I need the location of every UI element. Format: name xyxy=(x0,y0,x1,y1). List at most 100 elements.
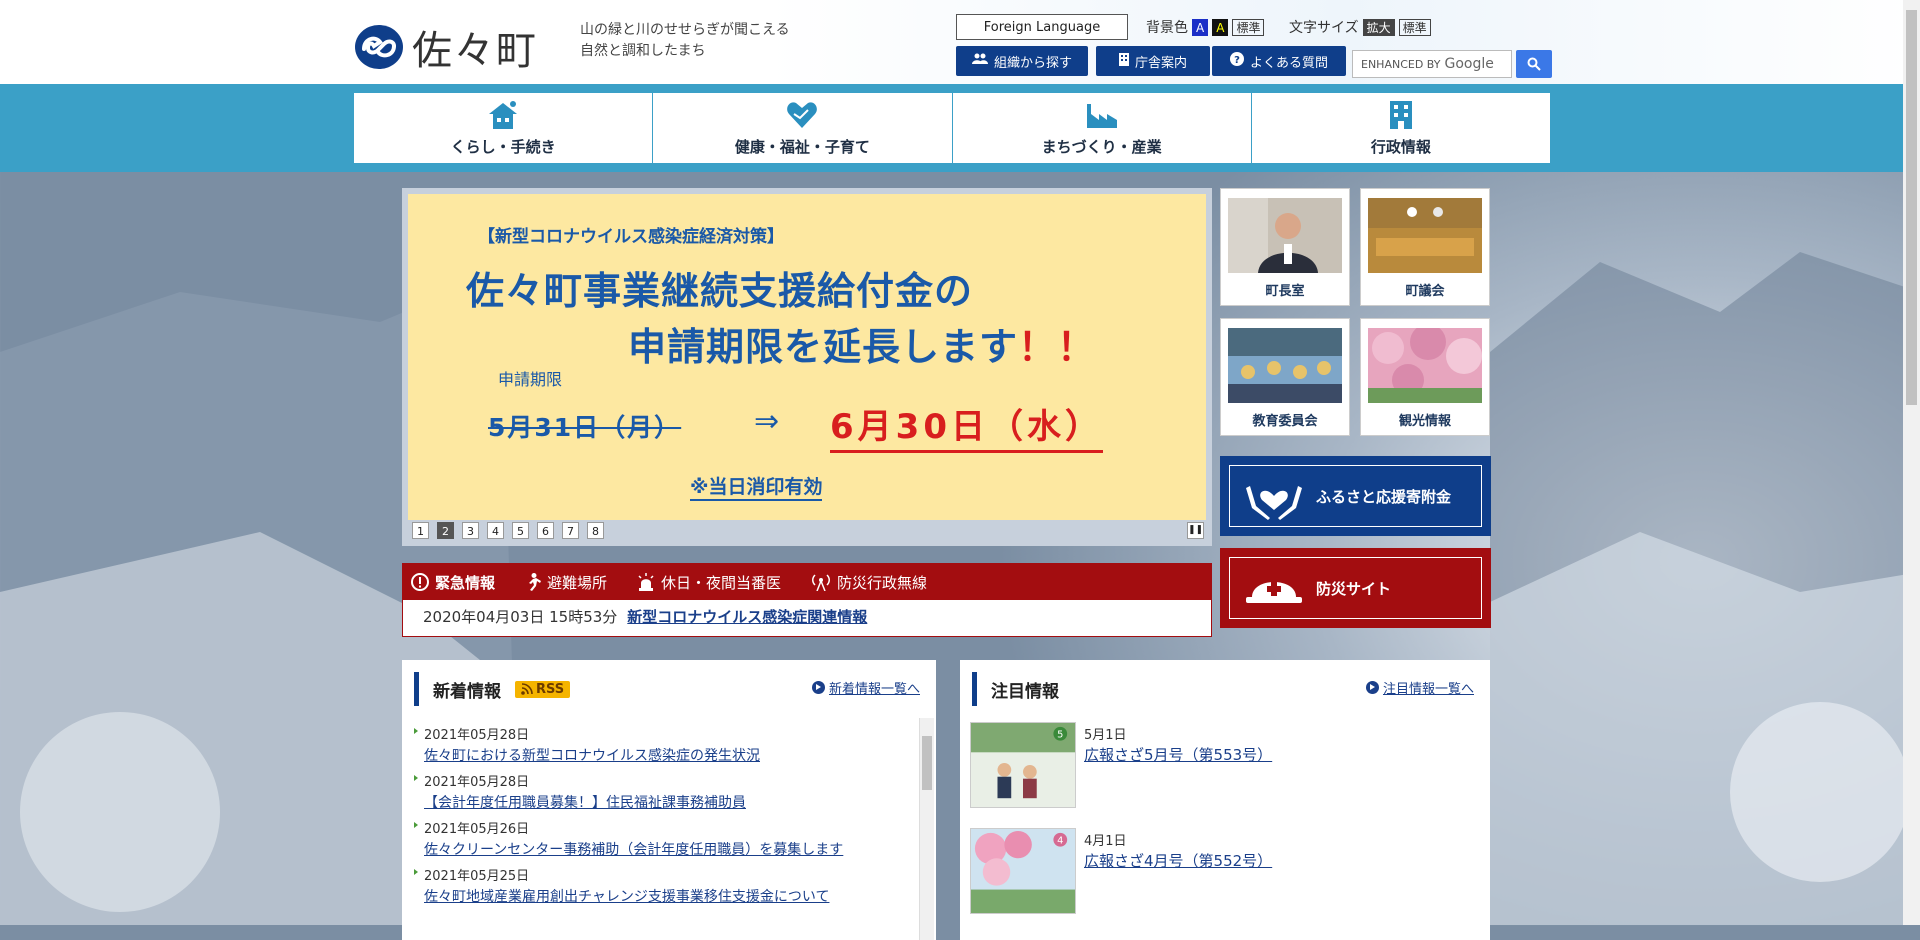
faq-button[interactable]: ? よくある質問 xyxy=(1212,46,1346,76)
tab-radio-label: 防災行政無線 xyxy=(837,573,928,592)
thumb-council-label: 町議会 xyxy=(1405,284,1445,299)
slide-subtitle: 【新型コロナウイルス感染症経済対策】 xyxy=(478,227,784,247)
bgcolor-control: 背景色 A A 標準 xyxy=(1146,17,1265,37)
office-building-icon xyxy=(1389,100,1412,129)
siren-icon xyxy=(638,573,654,591)
news-link[interactable]: 佐々町における新型コロナウイルス感染症の発生状況 xyxy=(424,745,914,765)
svg-text:?: ? xyxy=(1234,55,1240,66)
magazine-badge-april: 4 xyxy=(1057,836,1063,847)
nav-admin[interactable]: 行政情報 xyxy=(1252,93,1550,163)
heart-hands-icon xyxy=(787,101,818,128)
office-guide-button[interactable]: 庁舎案内 xyxy=(1096,46,1210,76)
rss-icon xyxy=(521,683,533,695)
site-logo[interactable]: 佐々町 xyxy=(354,18,538,76)
thumb-education[interactable]: 教育委員会 xyxy=(1220,318,1350,436)
thumb-tourism-label: 観光情報 xyxy=(1398,414,1451,429)
users-icon xyxy=(971,53,988,69)
tab-radio[interactable]: 防災行政無線 xyxy=(811,572,927,593)
news-date: 2021年05月25日 xyxy=(414,865,914,884)
helmet-icon xyxy=(1246,582,1302,603)
slider-page-2[interactable]: 2 xyxy=(437,522,454,539)
list-item: 2021年05月25日 佐々町地域産業雇用創出チャレンジ支援事業移住支援金につい… xyxy=(414,865,914,906)
news-list: 2021年05月28日 佐々町における新型コロナウイルス感染症の発生状況 202… xyxy=(414,724,914,912)
page-scrollbar-thumb[interactable] xyxy=(1906,10,1917,405)
disaster-site-banner-inner: 防災サイト xyxy=(1229,557,1482,619)
slider-page-7[interactable]: 7 xyxy=(562,522,579,539)
news-link[interactable]: 【会計年度任用職員募集！】住民福祉課事務補助員 xyxy=(424,792,914,812)
slider-page-8[interactable]: 8 xyxy=(587,522,604,539)
slide-old-date: 5月31日（月） xyxy=(488,413,682,442)
slide-title-1: 佐々町事業継続支援給付金の xyxy=(466,269,974,313)
featured-panel: 注目情報 注目情報一覧へ 5 5月1日 広報さざ5月号（第553号） 4 4月1… xyxy=(960,660,1490,940)
search-by-org-button[interactable]: 組織から探す xyxy=(956,46,1088,76)
featured-link[interactable]: 広報さざ4月号（第552号） xyxy=(1084,850,1272,871)
slider-page-6[interactable]: 6 xyxy=(537,522,554,539)
running-person-icon xyxy=(529,573,542,591)
news-link[interactable]: 佐々クリーンセンター事務補助（会計年度任用職員）を募集します xyxy=(424,839,914,859)
news-scrollbar[interactable] xyxy=(919,718,934,940)
slider-page-3[interactable]: 3 xyxy=(462,522,479,539)
rss-button[interactable]: RSS xyxy=(515,680,571,698)
nav-town[interactable]: まちづくり・産業 xyxy=(953,93,1252,163)
nav-living-label: くらし・手続き xyxy=(450,137,556,156)
thumb-tourism[interactable]: 観光情報 xyxy=(1360,318,1490,436)
disaster-site-label: 防災サイト xyxy=(1316,579,1392,598)
slide-arrow: ⇒ xyxy=(754,404,780,439)
bgcolor-label: 背景色 xyxy=(1146,20,1188,36)
news-link[interactable]: 佐々町地域産業雇用創出チャレンジ支援事業移住支援金について xyxy=(424,886,914,906)
featured-date: 5月1日 xyxy=(1084,728,1127,743)
bg-standard-button[interactable]: 標準 xyxy=(1232,18,1265,36)
arrow-circle-icon xyxy=(811,681,825,694)
slide[interactable]: 【新型コロナウイルス感染症経済対策】 佐々町事業継続支援給付金の 申請期限を延長… xyxy=(408,194,1206,520)
bg-black-button[interactable]: A xyxy=(1212,18,1229,36)
search-button[interactable] xyxy=(1516,50,1552,78)
tab-evacuation[interactable]: 避難場所 xyxy=(525,572,607,593)
search-input[interactable]: ENHANCED BY Google xyxy=(1352,50,1512,78)
news-more-link[interactable]: 新着情報一覧へ xyxy=(811,678,920,697)
furusato-label: ふるさと応援寄附金 xyxy=(1316,487,1452,506)
page-scrollbar[interactable] xyxy=(1903,0,1920,925)
thumb-council[interactable]: 町議会 xyxy=(1360,188,1490,306)
mayor-photo xyxy=(1228,198,1342,273)
nav-health[interactable]: 健康・福祉・子育て xyxy=(653,93,953,163)
featured-item[interactable]: 5 5月1日 広報さざ5月号（第553号） xyxy=(970,722,1410,810)
antenna-icon xyxy=(812,574,831,591)
fontsize-standard-button[interactable]: 標準 xyxy=(1398,18,1431,36)
fontsize-enlarge-button[interactable]: 拡大 xyxy=(1362,18,1395,36)
slide-deadline-label: 申請期限 xyxy=(498,370,563,389)
council-photo xyxy=(1368,198,1482,273)
search-icon xyxy=(1527,57,1541,71)
featured-more-label: 注目情報一覧へ xyxy=(1382,682,1474,697)
search-by-org-label: 組織から探す xyxy=(993,55,1072,71)
disaster-site-banner[interactable]: 防災サイト xyxy=(1220,548,1491,628)
tab-evacuation-label: 避難場所 xyxy=(547,573,608,592)
factory-icon xyxy=(1086,103,1117,128)
furusato-banner[interactable]: ふるさと応援寄附金 xyxy=(1220,456,1491,536)
featured-item[interactable]: 4 4月1日 広報さざ4月号（第552号） xyxy=(970,828,1410,916)
nav-admin-label: 行政情報 xyxy=(1370,137,1431,156)
town-emblem-icon xyxy=(355,25,403,69)
slide-new-date: 6月30日（水） xyxy=(830,399,1103,453)
slider-page-4[interactable]: 4 xyxy=(487,522,504,539)
thumb-mayor[interactable]: 町長室 xyxy=(1220,188,1350,306)
alert-icon xyxy=(411,573,429,591)
slider-page-5[interactable]: 5 xyxy=(512,522,529,539)
news-scrollbar-thumb[interactable] xyxy=(922,736,932,790)
tab-emergency-info[interactable]: 緊急情報 xyxy=(411,572,495,593)
emergency-link[interactable]: 新型コロナウイルス感染症関連情報 xyxy=(627,606,867,627)
foreign-language-button[interactable]: Foreign Language xyxy=(956,14,1128,40)
fontsize-control: 文字サイズ 拡大 標準 xyxy=(1289,17,1431,37)
slider-page-1[interactable]: 1 xyxy=(412,522,429,539)
heart-hands-icon xyxy=(1246,486,1302,520)
list-item: 2021年05月26日 佐々クリーンセンター事務補助（会計年度任用職員）を募集し… xyxy=(414,818,914,859)
nav-living[interactable]: くらし・手続き xyxy=(354,93,654,163)
tagline-line2: 自然と調和したまち xyxy=(580,43,706,59)
tab-holiday-doctor[interactable]: 休日・夜間当番医 xyxy=(637,572,781,593)
bg-blue-button[interactable]: A xyxy=(1192,18,1209,36)
pause-button[interactable]: ❚❚ xyxy=(1187,522,1204,539)
news-title: 新着情報 xyxy=(433,681,501,702)
featured-link[interactable]: 広報さざ5月号（第553号） xyxy=(1084,744,1272,765)
tagline-line1: 山の緑と川のせせらぎが聞こえる xyxy=(580,22,790,38)
featured-more-link[interactable]: 注目情報一覧へ xyxy=(1365,678,1474,697)
search-placeholder: ENHANCED BY xyxy=(1361,57,1441,71)
